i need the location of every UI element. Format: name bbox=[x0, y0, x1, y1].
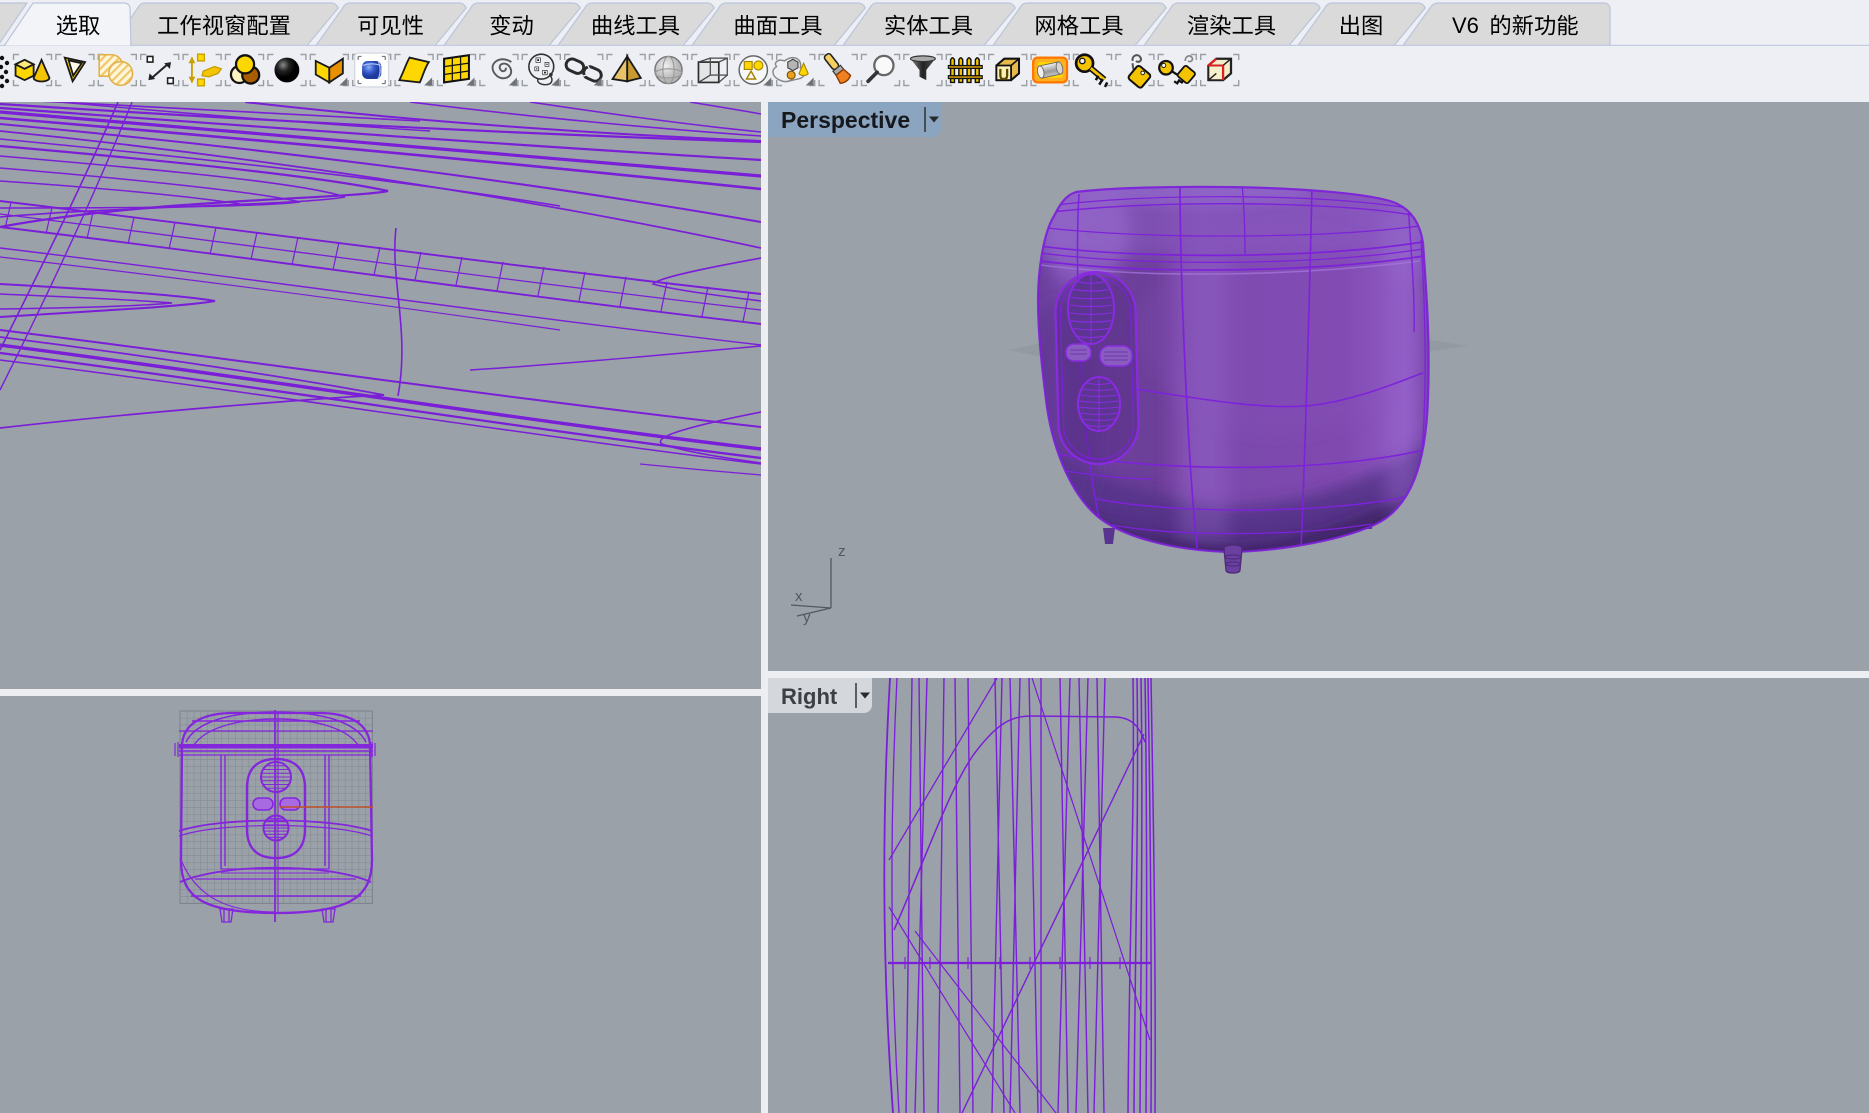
svg-text:z: z bbox=[838, 543, 846, 560]
svg-text:x: x bbox=[795, 588, 803, 605]
svg-text:V6: V6 bbox=[1452, 13, 1479, 38]
svg-text:Perspective: Perspective bbox=[781, 107, 910, 133]
svg-text:Right: Right bbox=[781, 684, 838, 709]
svg-text:y: y bbox=[803, 609, 811, 626]
